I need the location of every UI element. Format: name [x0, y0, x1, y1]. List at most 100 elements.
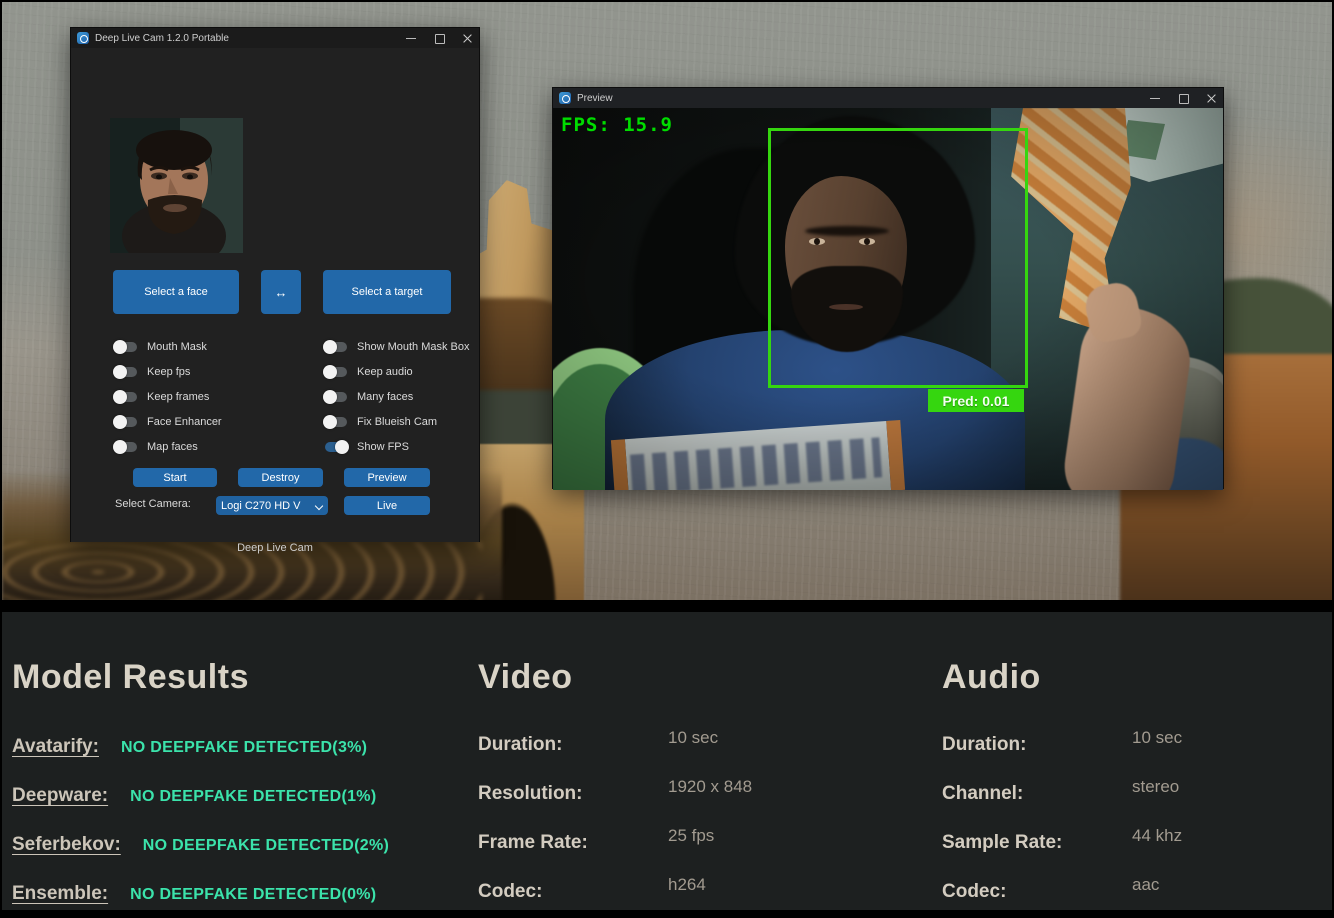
toggle-switch[interactable] — [325, 442, 347, 452]
video-info-section: Video Duration: 10 sec Resolution: 1920 … — [478, 612, 934, 910]
toggle-switch[interactable] — [115, 442, 137, 452]
video-duration-value: 10 sec — [668, 728, 718, 750]
toggle-switch[interactable] — [115, 417, 137, 427]
video-resolution-label: Resolution: — [478, 783, 668, 805]
audio-duration-value: 10 sec — [1132, 728, 1182, 750]
model-link-avatarify[interactable]: Avatarify: — [12, 736, 99, 758]
toggle-label: Show Mouth Mask Box — [357, 341, 470, 353]
toggle-keep-fps[interactable]: Keep fps — [115, 364, 222, 379]
video-info-row: Duration: 10 sec — [478, 734, 718, 756]
toggle-switch[interactable] — [325, 417, 347, 427]
maximize-icon[interactable] — [1177, 92, 1189, 104]
toggle-switch[interactable] — [115, 367, 137, 377]
dlc-window-title: Deep Live Cam 1.2.0 Portable — [95, 33, 229, 44]
live-button[interactable]: Live — [344, 496, 430, 515]
toggle-keep-audio[interactable]: Keep audio — [325, 364, 470, 379]
model-link-deepware[interactable]: Deepware: — [12, 785, 108, 807]
switch-knob — [113, 365, 127, 379]
video-codec-value: h264 — [668, 875, 706, 897]
toggle-label: Mouth Mask — [147, 341, 207, 353]
preview-button[interactable]: Preview — [344, 468, 430, 487]
preview-window: Preview — [552, 87, 1224, 489]
model-result-value: NO DEEPFAKE DETECTED(3%) — [121, 739, 367, 757]
audio-info-row: Channel: stereo — [942, 783, 1179, 805]
switch-knob — [323, 340, 337, 354]
switch-knob — [323, 415, 337, 429]
results-panel: Model Results Avatarify: NO DEEPFAKE DET… — [2, 612, 1334, 910]
minimize-icon[interactable] — [1149, 92, 1161, 104]
model-result-row: Avatarify: NO DEEPFAKE DETECTED(3%) — [12, 736, 367, 758]
audio-channel-label: Channel: — [942, 783, 1132, 805]
toggle-label: Face Enhancer — [147, 416, 222, 428]
fps-counter: FPS: 15.9 — [561, 114, 673, 136]
preview-window-controls — [1149, 92, 1217, 104]
audio-info-row: Codec: aac — [942, 881, 1159, 903]
camera-dropdown-value: Logi C270 HD V — [221, 500, 315, 512]
model-result-value: NO DEEPFAKE DETECTED(1%) — [130, 788, 376, 806]
start-button[interactable]: Start — [133, 468, 217, 487]
model-result-row: Seferbekov: NO DEEPFAKE DETECTED(2%) — [12, 834, 389, 856]
switch-knob — [323, 390, 337, 404]
chevron-down-icon — [315, 502, 323, 510]
toggle-many-faces[interactable]: Many faces — [325, 389, 470, 404]
audio-info-section: Audio Duration: 10 sec Channel: stereo S… — [942, 612, 1332, 910]
video-codec-label: Codec: — [478, 881, 668, 903]
video-section-title: Video — [478, 658, 572, 697]
swap-arrows-icon: ↔ — [275, 285, 288, 300]
toggle-switch[interactable] — [115, 342, 137, 352]
select-camera-label: Select Camera: — [115, 498, 191, 510]
face-detection-box — [768, 128, 1028, 388]
source-face-art — [110, 118, 243, 253]
toggle-label: Fix Blueish Cam — [357, 416, 437, 428]
audio-samplerate-label: Sample Rate: — [942, 832, 1132, 854]
dlc-window-controls — [405, 32, 473, 44]
select-target-button[interactable]: Select a target — [323, 270, 451, 314]
model-result-row: Ensemble: NO DEEPFAKE DETECTED(0%) — [12, 883, 376, 905]
toggle-label: Show FPS — [357, 441, 409, 453]
switch-knob — [113, 340, 127, 354]
webcam-feed: FPS: 15.9 Pred: 0.01 — [553, 108, 1223, 490]
audio-codec-label: Codec: — [942, 881, 1132, 903]
toggle-switch[interactable] — [325, 392, 347, 402]
switch-knob — [323, 365, 337, 379]
video-framerate-label: Frame Rate: — [478, 832, 668, 854]
video-resolution-value: 1920 x 848 — [668, 777, 752, 799]
close-icon[interactable] — [1205, 92, 1217, 104]
dlc-titlebar[interactable]: Deep Live Cam 1.2.0 Portable — [71, 28, 479, 48]
audio-channel-value: stereo — [1132, 777, 1179, 799]
toggle-show-mouth-mask-box[interactable]: Show Mouth Mask Box — [325, 339, 470, 354]
destroy-button[interactable]: Destroy — [238, 468, 323, 487]
model-results-title: Model Results — [12, 658, 249, 697]
toggle-switch[interactable] — [325, 367, 347, 377]
maximize-icon[interactable] — [433, 32, 445, 44]
toggle-switch[interactable] — [115, 392, 137, 402]
toggle-face-enhancer[interactable]: Face Enhancer — [115, 414, 222, 429]
toggle-map-faces[interactable]: Map faces — [115, 439, 222, 454]
model-link-seferbekov[interactable]: Seferbekov: — [12, 834, 121, 856]
swap-faces-button[interactable]: ↔ — [261, 270, 301, 314]
app-icon — [77, 32, 89, 44]
toggle-keep-frames[interactable]: Keep frames — [115, 389, 222, 404]
audio-samplerate-value: 44 khz — [1132, 826, 1182, 848]
close-icon[interactable] — [461, 32, 473, 44]
toggle-column-left: Mouth Mask Keep fps Keep frames Face Enh… — [115, 339, 222, 454]
model-link-ensemble[interactable]: Ensemble: — [12, 883, 108, 905]
toggle-mouth-mask[interactable]: Mouth Mask — [115, 339, 222, 354]
model-result-value: NO DEEPFAKE DETECTED(0%) — [130, 886, 376, 904]
preview-titlebar[interactable]: Preview — [553, 88, 1223, 108]
select-face-button[interactable]: Select a face — [113, 270, 239, 314]
toggle-show-fps[interactable]: Show FPS — [325, 439, 470, 454]
audio-info-row: Duration: 10 sec — [942, 734, 1182, 756]
toggle-fix-blueish-cam[interactable]: Fix Blueish Cam — [325, 414, 470, 429]
camera-dropdown[interactable]: Logi C270 HD V — [216, 496, 328, 515]
toggle-label: Many faces — [357, 391, 413, 403]
prediction-badge: Pred: 0.01 — [928, 389, 1024, 412]
model-results-section: Model Results Avatarify: NO DEEPFAKE DET… — [12, 612, 468, 910]
video-info-row: Resolution: 1920 x 848 — [478, 783, 752, 805]
toggle-switch[interactable] — [325, 342, 347, 352]
audio-codec-value: aac — [1132, 875, 1159, 897]
video-info-row: Codec: h264 — [478, 881, 706, 903]
minimize-icon[interactable] — [405, 32, 417, 44]
switch-knob — [335, 440, 349, 454]
toggle-label: Map faces — [147, 441, 198, 453]
